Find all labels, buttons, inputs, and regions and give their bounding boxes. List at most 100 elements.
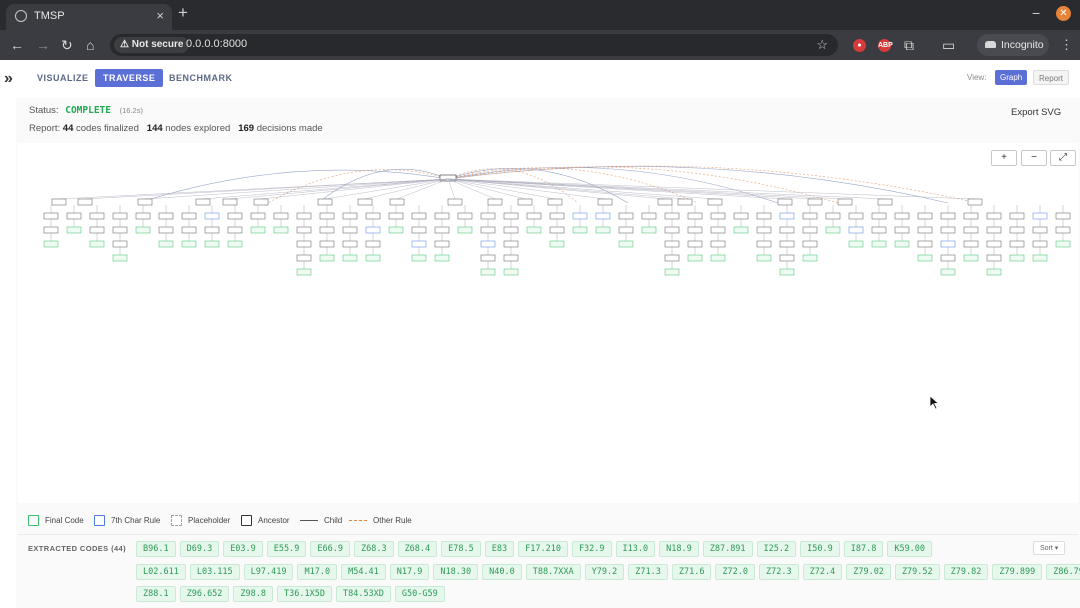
code-chip[interactable]: D69.3 [179, 541, 220, 557]
code-chip[interactable]: Z68.4 [397, 541, 438, 557]
code-chip[interactable]: N40.0 [482, 564, 522, 580]
new-tab-button[interactable]: + [178, 3, 188, 23]
code-chip[interactable]: F17.210 [518, 541, 568, 557]
graph-node [296, 212, 312, 220]
traversal-graph-panel[interactable] [18, 143, 1078, 503]
export-svg-button[interactable]: Export SVG [1005, 104, 1067, 122]
code-chip[interactable]: I13.0 [615, 541, 656, 557]
graph-node [480, 240, 496, 248]
code-chip[interactable]: Z79.52 [894, 564, 940, 580]
graph-node [779, 240, 795, 248]
code-chip[interactable]: G50-G59 [394, 586, 445, 602]
graph-node-final [963, 254, 979, 262]
bookmark-star-icon[interactable]: ☆ [816, 37, 828, 53]
graph-node [756, 226, 772, 234]
fit-view-button[interactable]: ⤢ [1050, 150, 1076, 166]
view-graph-button[interactable]: Graph [995, 70, 1028, 85]
code-chip[interactable]: Z71.3 [628, 564, 668, 580]
code-chip[interactable]: I25.2 [756, 541, 797, 557]
incognito-badge[interactable]: Incognito [977, 34, 1049, 56]
extensions-puzzle-icon[interactable]: ⧉ [904, 37, 914, 54]
code-chip[interactable]: K59.00 [887, 541, 933, 557]
browser-tab[interactable]: TMSP × [6, 4, 172, 30]
adblock-extension-icon[interactable]: ABP [878, 39, 893, 52]
code-chip[interactable]: E66.9 [310, 541, 350, 557]
graph-node [480, 212, 496, 220]
code-chip[interactable]: Z71.6 [671, 564, 712, 580]
zoom-in-button[interactable]: + [991, 150, 1017, 166]
traversal-graph[interactable] [18, 143, 1078, 503]
code-chip[interactable]: Z86.79 [1046, 564, 1080, 580]
minimize-icon[interactable]: − [1032, 5, 1040, 21]
code-chip[interactable]: Z79.02 [846, 564, 891, 580]
code-chip[interactable]: I87.8 [843, 541, 884, 557]
zoom-out-button[interactable]: − [1021, 150, 1047, 166]
code-chip[interactable]: Z79.82 [943, 564, 989, 580]
url-text[interactable]: 0.0.0.0:8000 [186, 38, 247, 50]
code-chip[interactable]: F32.9 [571, 541, 612, 557]
code-chip[interactable]: L97.419 [243, 564, 294, 580]
address-bar[interactable]: ⚠ Not secure 0.0.0.0:8000 ☆ [110, 34, 838, 56]
code-chip[interactable]: Z68.3 [353, 541, 394, 557]
security-chip[interactable]: ⚠ Not secure [114, 37, 190, 53]
cast-icon[interactable]: ▭ [942, 37, 955, 54]
graph-node [43, 226, 59, 234]
code-chip[interactable]: E83 [484, 541, 515, 557]
code-chip[interactable]: Z98.8 [233, 586, 274, 602]
tab-traverse[interactable]: TRAVERSE [95, 69, 164, 87]
forward-icon[interactable]: → [36, 37, 50, 53]
graph-node-ancestor [195, 198, 211, 206]
code-chip[interactable]: Z79.899 [992, 564, 1043, 580]
view-report-button[interactable]: Report [1033, 70, 1070, 85]
home-icon[interactable]: ⌂ [86, 37, 94, 53]
back-icon[interactable]: ← [10, 37, 24, 53]
code-chip[interactable]: N17.9 [389, 564, 430, 580]
code-chip[interactable]: E03.9 [223, 541, 263, 557]
reload-icon[interactable]: ↻ [61, 37, 73, 54]
code-chip[interactable]: E55.9 [266, 541, 307, 557]
tab-benchmark[interactable]: BENCHMARK [161, 69, 241, 87]
graph-node [710, 226, 726, 234]
code-chip[interactable]: T88.7XXA [525, 564, 581, 580]
codes-row: L02.611 L03.115 L97.419 M17.0 M54.41 N17.9 N18… [136, 564, 1080, 580]
graph-node [181, 212, 197, 220]
close-window-button[interactable]: ✕ [1056, 6, 1071, 21]
graph-node [917, 226, 933, 234]
code-chip[interactable]: Z87.891 [702, 541, 753, 557]
legend-placeholder: Placeholder [171, 515, 230, 527]
graph-node-ancestor [447, 198, 463, 206]
code-chip[interactable]: Y79.2 [584, 564, 625, 580]
code-chip[interactable]: T36.1X5D [277, 586, 332, 602]
graph-node [296, 254, 312, 262]
sort-dropdown[interactable]: Sort ▾ [1033, 541, 1066, 555]
code-chip[interactable]: N18.30 [433, 564, 479, 580]
code-chip[interactable]: T84.53XD [335, 586, 391, 602]
code-chip[interactable]: E78.5 [441, 541, 481, 557]
code-chip[interactable]: L02.611 [136, 564, 186, 580]
graph-node-final [319, 254, 335, 262]
graph-node [342, 226, 358, 234]
browser-menu-icon[interactable]: ⋮ [1060, 37, 1073, 53]
code-chip[interactable]: L03.115 [189, 564, 240, 580]
close-tab-icon[interactable]: × [156, 8, 164, 23]
graph-node [365, 226, 381, 234]
tab-visualize[interactable]: VISUALIZE [29, 69, 97, 87]
expand-sidebar-icon[interactable]: » [4, 70, 13, 88]
code-chip[interactable]: Z72.3 [759, 564, 799, 580]
code-chip[interactable]: B96.1 [136, 541, 176, 557]
graph-node [940, 212, 956, 220]
code-chip[interactable]: Z72.0 [715, 564, 756, 580]
graph-node [779, 212, 795, 220]
placeholder-swatch [171, 515, 182, 527]
code-chip[interactable]: I50.9 [800, 541, 840, 557]
graph-node [595, 212, 611, 220]
extension-shield-icon[interactable]: ● [853, 39, 866, 52]
graph-node [687, 226, 703, 234]
code-chip[interactable]: M54.41 [341, 564, 386, 580]
code-chip[interactable]: Z96.652 [179, 586, 230, 602]
code-chip[interactable]: Z88.1 [136, 586, 176, 602]
graph-node [572, 212, 588, 220]
code-chip[interactable]: Z72.4 [802, 564, 843, 580]
code-chip[interactable]: M17.0 [297, 564, 338, 580]
code-chip[interactable]: N18.9 [659, 541, 699, 557]
